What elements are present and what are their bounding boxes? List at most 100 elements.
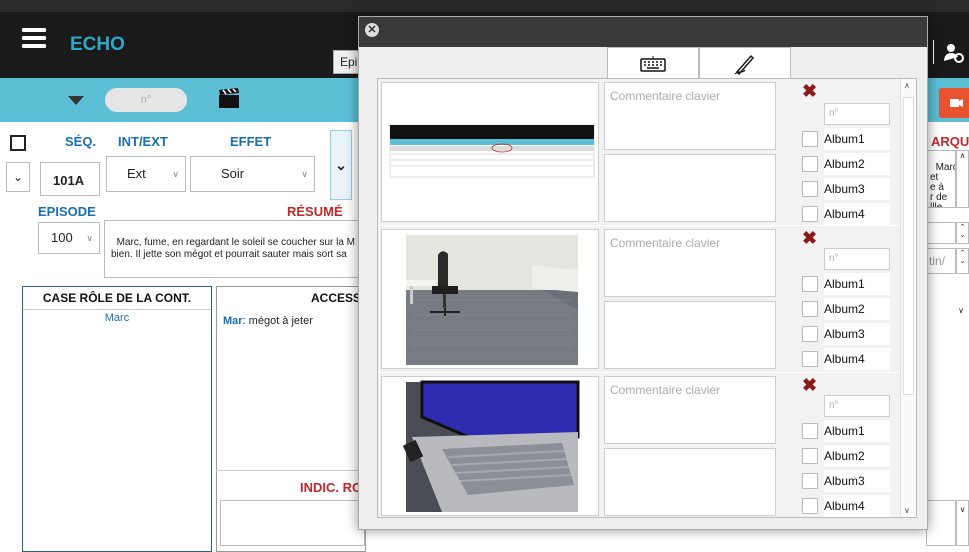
menu-icon[interactable] — [22, 28, 46, 48]
album-2-checkbox[interactable] — [802, 448, 818, 464]
album-4-label: Album4 — [824, 203, 890, 225]
album-1-label: Album1 — [824, 128, 890, 150]
photo-thumbnail[interactable] — [381, 229, 599, 369]
delete-photo-icon[interactable]: ✖ — [802, 228, 817, 249]
album-3-label: Album3 — [824, 470, 890, 492]
tab-keyboard[interactable] — [607, 47, 699, 79]
album-3-checkbox[interactable] — [802, 473, 818, 489]
seq-value: 101A — [53, 173, 85, 188]
bottom-field-right[interactable] — [926, 500, 956, 546]
scrollbar-thumb[interactable] — [903, 97, 914, 395]
scene-number-input[interactable]: n° — [105, 88, 187, 112]
bottom-chevron[interactable]: ∨ — [956, 500, 969, 546]
album-1-checkbox[interactable] — [802, 423, 818, 439]
clapperboard-icon[interactable] — [218, 87, 240, 109]
keyboard-icon — [640, 56, 666, 72]
effet-select[interactable]: Soir ∨ — [190, 156, 315, 192]
right-select-1[interactable] — [926, 222, 956, 244]
album-4-label: Album4 — [824, 495, 890, 517]
scroll-down-icon[interactable]: ∨ — [904, 506, 910, 515]
seq-header: SÉQ. — [65, 134, 97, 149]
album-1-label: Album1 — [824, 273, 890, 295]
close-icon[interactable]: ✕ — [365, 23, 379, 37]
expand-effet-button[interactable]: ⌄ — [330, 130, 352, 200]
effet-header: EFFET — [230, 134, 272, 149]
album-1-checkbox[interactable] — [802, 131, 818, 147]
photo-number-input[interactable]: n° — [824, 103, 890, 125]
intext-select[interactable]: Ext ∨ — [106, 156, 186, 192]
scroll-up-icon[interactable]: ∧ — [904, 81, 910, 90]
album-4-checkbox[interactable] — [802, 206, 818, 222]
album-3-checkbox[interactable] — [802, 326, 818, 342]
delete-photo-icon[interactable]: ✖ — [802, 81, 817, 102]
collapse-triangle-icon[interactable] — [68, 96, 84, 105]
indic-field[interactable] — [220, 500, 365, 546]
photo-number-input[interactable]: n° — [824, 248, 890, 270]
photo-dialog: ✕ Commentaire clavier ✖ n° Album1 Album2… — [358, 16, 928, 530]
album-4-checkbox[interactable] — [802, 351, 818, 367]
window-strip — [0, 0, 969, 12]
album-1-checkbox[interactable] — [802, 276, 818, 292]
album-2-label: Album2 — [824, 445, 890, 467]
episode-value: 100 — [51, 230, 73, 245]
album-2-checkbox[interactable] — [802, 301, 818, 317]
expand-row-button[interactable]: ⌄ — [6, 162, 30, 192]
album-3-checkbox[interactable] — [802, 181, 818, 197]
keyboard-comment-field[interactable]: Commentaire clavier — [604, 82, 776, 150]
app-screenshot-thumbnail — [389, 124, 595, 178]
effet-value: Soir — [221, 166, 245, 181]
album-2-label: Album2 — [824, 298, 890, 320]
right-chevron-mid[interactable]: ∨ — [954, 306, 968, 326]
laptop-photo — [402, 380, 580, 512]
album-4-checkbox[interactable] — [802, 498, 818, 514]
keyboard-comment-field[interactable]: Commentaire clavier — [604, 376, 776, 444]
right-stepper-2[interactable]: ⌃ ⌄ — [956, 248, 969, 274]
handwriting-comment-field[interactable] — [604, 448, 776, 516]
album-3-label: Album3 — [824, 178, 890, 200]
resume-header: RÉSUMÉ — [287, 204, 343, 219]
keyboard-comment-field[interactable]: Commentaire clavier — [604, 229, 776, 297]
delete-photo-icon[interactable]: ✖ — [802, 375, 817, 396]
indic-divider — [216, 470, 366, 471]
marque-text: Marc et e à r de llle — [930, 162, 956, 208]
accessoires-body: : mégot à jeter — [242, 315, 313, 327]
album-2-label: Album2 — [824, 153, 890, 175]
indic-header: INDIC. RO — [300, 480, 363, 495]
photo-list[interactable]: Commentaire clavier ✖ n° Album1 Album2 A… — [377, 78, 917, 518]
marque-header: ARQU — [931, 134, 969, 149]
role-panel: CASE RÔLE DE LA CONT. Marc — [22, 286, 212, 552]
photo-row: Commentaire clavier ✖ n° Album1 Album2 A… — [378, 373, 908, 517]
right-stepper-1[interactable]: ⌃ ⌄ — [956, 222, 969, 244]
handwriting-comment-field[interactable] — [604, 154, 776, 222]
record-video-button[interactable] — [939, 88, 969, 118]
episode-select[interactable]: 100 ∨ — [38, 222, 100, 254]
chevron-down-icon: ∨ — [301, 169, 308, 179]
photo-number-input[interactable]: n° — [824, 395, 890, 417]
tab-handwriting[interactable] — [699, 47, 791, 79]
album-1-label: Album1 — [824, 420, 890, 442]
marque-scrollbar[interactable]: ∧ — [956, 150, 969, 208]
photo-thumbnail[interactable] — [381, 82, 599, 222]
album-2-checkbox[interactable] — [802, 156, 818, 172]
user-settings-icon[interactable] — [943, 42, 965, 64]
chevron-down-icon: ∨ — [86, 233, 93, 243]
photo-row: Commentaire clavier ✖ n° Album1 Album2 A… — [378, 226, 908, 372]
right-field-text: tin/ — [929, 254, 946, 268]
resume-text: Marc, fume, en regardant le soleil se co… — [111, 237, 355, 260]
right-field-2[interactable]: tin/ — [926, 248, 956, 274]
seq-field[interactable]: 101A — [40, 162, 100, 196]
chevron-down-icon: ∨ — [172, 169, 179, 179]
photo-row: Commentaire clavier ✖ n° Album1 Album2 A… — [378, 79, 908, 225]
accessoires-text[interactable]: Mar: mégot à jeter — [217, 309, 365, 333]
scene-select-checkbox[interactable] — [10, 135, 26, 151]
handwriting-comment-field[interactable] — [604, 301, 776, 369]
photo-thumbnail[interactable] — [381, 376, 599, 516]
marque-textarea[interactable]: Marc et e à r de llle — [926, 150, 956, 208]
role-name[interactable]: Marc — [23, 310, 211, 324]
office-room-photo — [406, 235, 578, 365]
resume-textarea[interactable]: Marc, fume, en regardant le soleil se co… — [104, 220, 364, 278]
episode-header: EPISODE — [38, 204, 96, 219]
accessoires-header: ACCESS — [310, 291, 361, 305]
photo-list-scrollbar[interactable]: ∧ ∨ — [900, 79, 916, 517]
dialog-titlebar: ✕ — [359, 17, 927, 47]
